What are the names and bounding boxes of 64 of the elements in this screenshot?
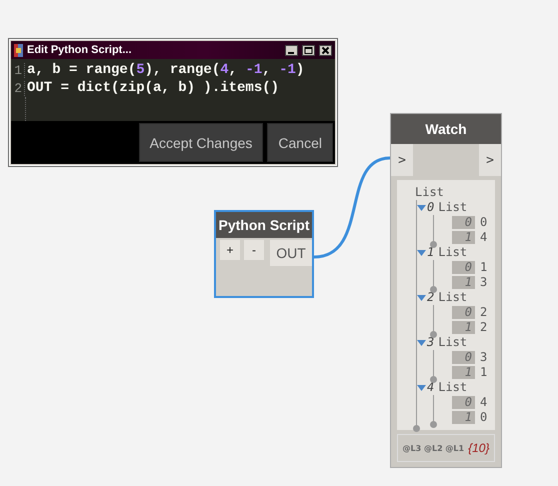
list-index: 4 [427, 380, 434, 395]
maximize-button[interactable] [302, 44, 315, 56]
list-label: List [438, 245, 468, 260]
branch-end-dot [430, 286, 437, 293]
item-index: 0 [452, 216, 475, 229]
item-value: 2 [480, 320, 488, 335]
item-index: 0 [452, 261, 475, 274]
item-value: 1 [480, 365, 488, 380]
level-labels: @L3 @L2 @L1 [402, 444, 464, 452]
list-index: 2 [427, 290, 434, 305]
node-title: Python Script [218, 217, 310, 233]
remove-input-button[interactable]: - [244, 240, 264, 260]
watch-node[interactable]: Watch > > List 0 List 0 0 1 4 1 List 0 1 1 3 2 List 0 2 1 2 3 List 0 3 1 1 4 List 0 4 1 0 @L3 @L2 @L1 {10} [390, 113, 502, 468]
close-button[interactable] [319, 44, 332, 56]
expand-toggle-icon[interactable] [417, 204, 426, 210]
item-value: 1 [480, 260, 488, 275]
item-index: 1 [452, 366, 475, 379]
output-port[interactable]: OUT [270, 240, 312, 266]
item-index: 1 [452, 231, 475, 244]
expand-toggle-icon[interactable] [417, 340, 426, 346]
output-port[interactable]: > [479, 144, 501, 176]
expand-toggle-icon[interactable] [417, 384, 426, 390]
cancel-button[interactable]: Cancel [267, 123, 333, 162]
item-value: 0 [480, 410, 488, 425]
minimize-button[interactable] [285, 44, 298, 56]
branch-end-dot [430, 376, 437, 383]
branch-end-dot [430, 241, 437, 248]
item-index: 1 [452, 321, 475, 334]
item-index: 0 [452, 306, 475, 319]
item-index: 0 [452, 396, 475, 409]
list-label: List [438, 200, 468, 215]
list-label: List [415, 185, 444, 200]
list-label: List [438, 335, 468, 350]
expand-toggle-icon[interactable] [417, 294, 426, 300]
item-index: 0 [452, 351, 475, 364]
python-logo-icon [14, 44, 23, 56]
item-index: 1 [452, 411, 475, 424]
line-number: 1 [11, 62, 25, 78]
item-value: 4 [480, 395, 488, 410]
list-label: List [438, 380, 468, 395]
code-line: a, b = range(5), range(4, -1, -1) [27, 62, 304, 78]
item-value: 2 [480, 305, 488, 320]
python-script-node[interactable]: Python Script + - OUT [214, 210, 314, 298]
item-count: {10} [468, 441, 490, 455]
accept-changes-button[interactable]: Accept Changes [138, 123, 264, 162]
line-number: 2 [11, 80, 25, 96]
input-port[interactable]: > [391, 144, 413, 176]
item-value: 0 [480, 215, 488, 230]
item-index: 1 [452, 276, 475, 289]
expand-toggle-icon[interactable] [417, 250, 426, 256]
list-index: 0 [427, 200, 434, 215]
window-title: Edit Python Script... [27, 44, 133, 56]
list-label: List [438, 290, 468, 305]
branch-end-dot [430, 331, 437, 338]
item-value: 3 [480, 350, 488, 365]
code-line: OUT = dict(zip(a, b) ).items() [27, 80, 280, 96]
list-index: 1 [427, 245, 434, 260]
branch-end-dot [413, 425, 420, 432]
list-index: 3 [427, 335, 434, 350]
item-value: 3 [480, 275, 488, 290]
add-input-button[interactable]: + [220, 240, 240, 260]
item-value: 4 [480, 230, 488, 245]
branch-end-dot [430, 421, 437, 428]
node-title: Watch [425, 121, 467, 137]
